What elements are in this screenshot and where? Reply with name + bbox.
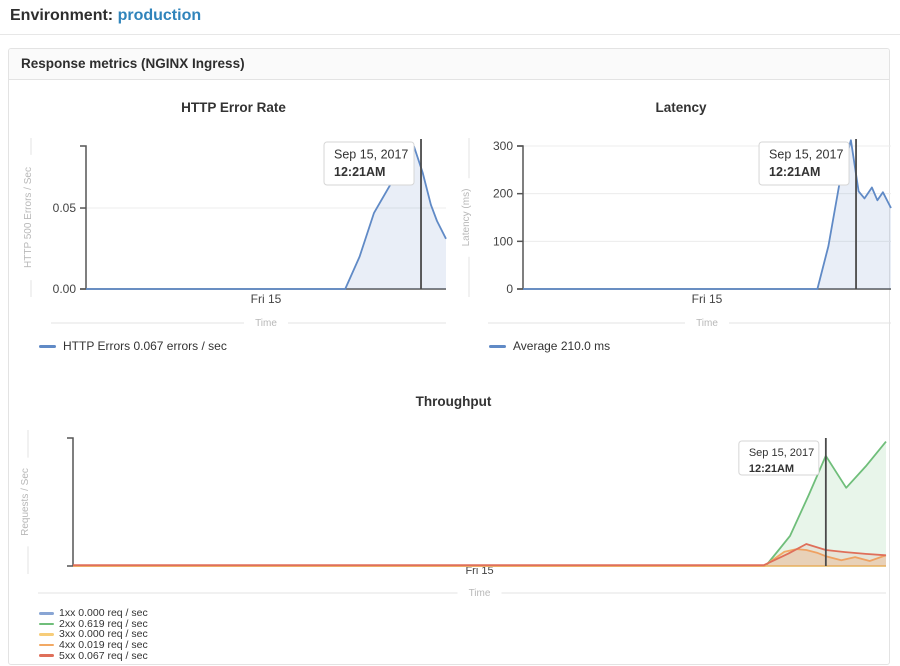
- legend-row: 5xx 0.067 req / sec: [39, 650, 896, 661]
- chart-http-error-rate: HTTP Error Rate HTTP 500 Errors / Sec Tim…: [11, 97, 456, 353]
- svg-text:100: 100: [493, 234, 513, 248]
- panel-title: Response metrics (NGINX Ingress): [21, 56, 245, 71]
- legend-swatch-4xx: [39, 644, 54, 647]
- svg-text:Fri 15: Fri 15: [692, 292, 723, 306]
- chart-latency: Latency Latency (ms) Time 0 100 200 300 Fri 15…: [461, 97, 900, 353]
- http-error-rate-legend: HTTP Errors 0.067 errors / sec: [11, 339, 456, 353]
- throughput-plot[interactable]: Requests / SecTimeFri 15Sep 15, 201712:2…: [11, 413, 896, 605]
- svg-text:0.05: 0.05: [53, 201, 77, 215]
- svg-text:Sep 15, 2017: Sep 15, 2017: [769, 148, 843, 162]
- svg-text:0: 0: [506, 282, 513, 296]
- legend-row: 4xx 0.019 req / sec: [39, 640, 896, 651]
- legend-label-average: Average 210.0 ms: [513, 339, 610, 353]
- environment-header: Environment: production: [10, 7, 201, 25]
- legend-swatch-5xx: [39, 654, 54, 657]
- legend-swatch-2xx: [39, 623, 54, 626]
- svg-text:Requests / Sec: Requests / Sec: [20, 468, 31, 536]
- legend-label-http-errors: HTTP Errors 0.067 errors / sec: [63, 339, 227, 353]
- svg-text:12:21AM: 12:21AM: [769, 165, 820, 179]
- panel-body: HTTP Error Rate HTTP 500 Errors / Sec Tim…: [9, 80, 889, 665]
- legend-swatch-average: [489, 345, 506, 348]
- legend-row: HTTP Errors 0.067 errors / sec: [39, 339, 456, 353]
- svg-text:200: 200: [493, 187, 513, 201]
- svg-text:HTTP 500 Errors / Sec: HTTP 500 Errors / Sec: [23, 167, 34, 268]
- panel-header: Response metrics (NGINX Ingress): [9, 49, 889, 80]
- latency-plot[interactable]: Latency (ms) Time 0 100 200 300 Fri 15 Sep 15, …: [461, 119, 900, 334]
- throughput-legend: 1xx 0.000 req / sec 2xx 0.619 req / sec …: [11, 608, 896, 661]
- legend-swatch-1xx: [39, 612, 54, 615]
- chart-title-http-error-rate: HTTP Error Rate: [11, 97, 456, 119]
- svg-text:Time: Time: [469, 588, 491, 599]
- svg-text:300: 300: [493, 139, 513, 153]
- svg-text:0.00: 0.00: [53, 282, 77, 296]
- legend-row: Average 210.0 ms: [489, 339, 900, 353]
- environment-link[interactable]: production: [118, 7, 202, 24]
- svg-text:Time: Time: [696, 318, 718, 329]
- svg-text:Latency (ms): Latency (ms): [461, 189, 472, 247]
- chart-throughput: Throughput Requests / SecTimeFri 15Sep 1…: [11, 391, 896, 661]
- svg-text:12:21AM: 12:21AM: [749, 463, 794, 475]
- legend-swatch-http-errors: [39, 345, 56, 348]
- legend-row: 3xx 0.000 req / sec: [39, 629, 896, 640]
- svg-text:Sep 15, 2017: Sep 15, 2017: [749, 447, 814, 459]
- http-error-rate-plot[interactable]: HTTP 500 Errors / Sec Time 0.00 0.05 Fri 15 S…: [11, 119, 456, 334]
- chart-title-latency: Latency: [461, 97, 900, 119]
- svg-text:12:21AM: 12:21AM: [334, 165, 385, 179]
- svg-text:Fri 15: Fri 15: [251, 292, 282, 306]
- legend-row: 1xx 0.000 req / sec: [39, 608, 896, 619]
- latency-legend: Average 210.0 ms: [461, 339, 900, 353]
- chart-title-throughput: Throughput: [11, 391, 896, 413]
- metrics-panel: Response metrics (NGINX Ingress) HTTP Er…: [8, 48, 890, 665]
- legend-swatch-3xx: [39, 633, 54, 636]
- svg-text:Sep 15, 2017: Sep 15, 2017: [334, 148, 408, 162]
- environment-label: Environment:: [10, 7, 113, 24]
- legend-row: 2xx 0.619 req / sec: [39, 619, 896, 630]
- header-divider: [0, 34, 900, 35]
- svg-text:Time: Time: [255, 318, 277, 329]
- legend-label-5xx: 5xx 0.067 req / sec: [59, 650, 148, 662]
